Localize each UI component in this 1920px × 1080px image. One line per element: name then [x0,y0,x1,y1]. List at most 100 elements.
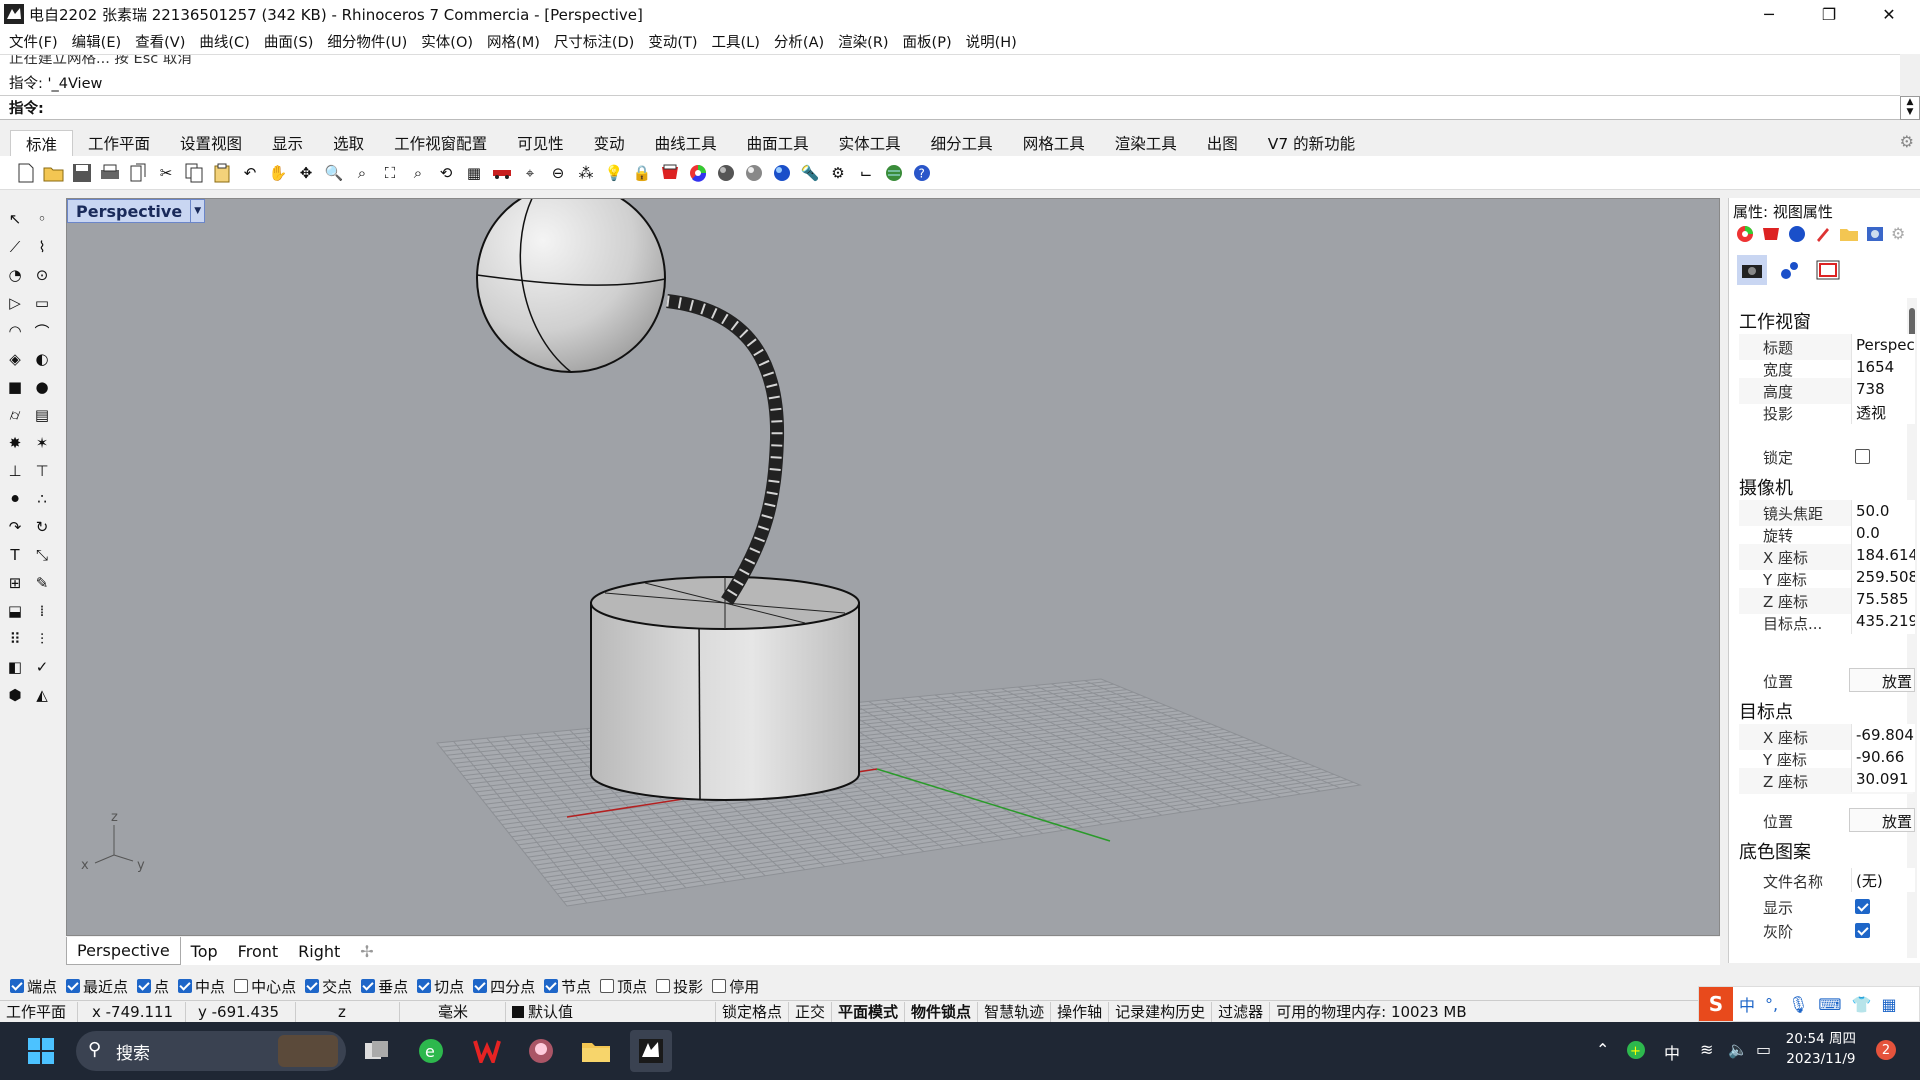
menu-help[interactable]: 说明(H) [961,31,1026,52]
menu-subd[interactable]: 细分物件(U) [322,31,416,52]
light-bulb-icon[interactable]: 💡 [602,161,626,185]
undo-view-icon[interactable]: ⟲ [434,161,458,185]
tab-surface-tools[interactable]: 曲面工具 [732,130,824,156]
osnap-7[interactable]: 切点 [417,976,464,997]
tab-drafting[interactable]: 出图 [1192,130,1253,156]
camera-prop-value[interactable]: 435.219 [1851,610,1915,634]
status-units[interactable]: 毫米 [400,1001,506,1022]
status-cplane[interactable]: 工作平面 [0,1001,78,1022]
osnap-8[interactable]: 四分点 [473,976,535,997]
osnap-checkbox[interactable] [544,979,559,993]
tab-visibility[interactable]: 可见性 [502,130,579,156]
viewport-prop-value[interactable]: Perspec [1851,334,1915,358]
target-prop-value[interactable]: 30.091 [1851,768,1915,792]
volume-icon[interactable]: 🔈 [1728,1040,1748,1059]
taskbar-clock[interactable]: 20:54 周四 2023/11/9 [1786,1029,1856,1069]
viewport-prop-value[interactable]: 738 [1851,378,1915,402]
open-folder-icon[interactable] [42,161,66,185]
file-explorer-icon[interactable] [575,1030,617,1072]
perspective-viewport[interactable]: z x y Perspective ▼ [66,198,1720,936]
light-icon[interactable]: ✸ [3,432,27,454]
target-prop-value[interactable]: -69.804 [1851,724,1915,748]
osnap-checkbox[interactable] [234,979,249,993]
flashlight-icon[interactable]: 🔦 [798,161,822,185]
point-grid-icon[interactable]: ⠿ [3,628,27,650]
osnap-checkbox[interactable] [417,979,432,993]
menu-render[interactable]: 渲染(R) [833,31,897,52]
zoom-extents-icon[interactable]: ⛶ [378,161,402,185]
boolean-icon[interactable]: ● [30,376,54,398]
dimension-tool-icon[interactable]: ⊥ [3,460,27,482]
tab-select[interactable]: 选取 [318,130,379,156]
viewport-frame-icon[interactable] [1813,255,1843,285]
tab-set-view[interactable]: 设置视图 [165,130,257,156]
wifi-icon[interactable]: ≋ [1700,1040,1713,1059]
tab-transform[interactable]: 变动 [579,130,640,156]
mesh-icon[interactable]: ▤ [30,404,54,426]
place-camera-button[interactable]: 放置 [1849,668,1915,692]
status-smarttrack[interactable]: 智慧轨迹 [978,1001,1052,1022]
chevron-up-icon[interactable]: ⌃ [1596,1040,1609,1059]
osnap-checkbox[interactable] [473,979,488,993]
game-app-icon[interactable] [520,1030,562,1072]
material-icon[interactable]: ⬢ [3,684,27,706]
add-viewport-icon[interactable]: ✢ [350,937,383,965]
tab-mesh-tools[interactable]: 网格工具 [1008,130,1100,156]
show-checkbox[interactable] [1855,899,1870,914]
minimize-button[interactable]: ─ [1740,0,1798,28]
gumball-icon[interactable]: ⫶ [30,628,54,650]
scale-icon[interactable]: ⤡ [30,544,54,566]
command-scroll-buttons[interactable]: ▲ ▼ [1900,96,1920,120]
rhino-app-icon[interactable] [3,3,25,25]
viewport-tab-front[interactable]: Front [228,937,288,965]
gear-icon[interactable]: ⚙ [1891,224,1905,244]
help-icon[interactable]: ? [910,161,934,185]
color-wheel-icon[interactable] [686,161,710,185]
status-layer[interactable]: 默认值 [506,1001,716,1022]
file-name-value[interactable]: (无) [1851,868,1915,892]
osnap-checkbox[interactable] [137,979,152,993]
maximize-button[interactable]: ❐ [1800,0,1858,28]
print-icon[interactable] [98,161,122,185]
save-icon[interactable] [70,161,94,185]
osnap-2[interactable]: 点 [137,976,169,997]
menu-dimension[interactable]: 尺寸标注(D) [549,31,643,52]
osnap-10[interactable]: 顶点 [600,976,647,997]
windows-start-icon[interactable] [20,1030,62,1072]
material-sphere-icon[interactable] [1787,224,1807,244]
chevron-down-icon[interactable]: ▼ [190,200,205,222]
camera-prop-value[interactable]: 184.614 [1851,544,1915,568]
wps-icon[interactable] [466,1030,508,1072]
viewport-prop-value[interactable]: 透视 [1851,400,1915,424]
layer-icon[interactable] [1761,224,1781,244]
command-history[interactable]: 正在建立网格... 按 Esc 取消 指令: '_4View [0,54,1900,96]
dimension-icon[interactable]: ⌙ [854,161,878,185]
battery-icon[interactable]: ▭ [1756,1040,1771,1059]
microphone-icon[interactable]: 🎙 [1788,995,1808,1014]
osnap-9[interactable]: 节点 [544,976,591,997]
osnap-checkbox[interactable] [712,979,727,993]
target-prop-value[interactable]: -90.66 [1851,746,1915,770]
folder-icon[interactable] [1839,224,1859,244]
surface-icon[interactable]: ◈ [3,348,27,370]
menu-file[interactable]: 文件(F) [4,31,67,52]
command-prompt[interactable]: 指令: [0,96,1900,120]
select-arrow-icon[interactable]: ↖ [3,208,27,230]
tab-render-tools[interactable]: 渲染工具 [1100,130,1192,156]
task-view-icon[interactable] [356,1030,398,1072]
osnap-1[interactable]: 最近点 [66,976,128,997]
split-icon[interactable]: ↻ [30,516,54,538]
camera-prop-value[interactable]: 75.585 [1851,588,1915,612]
cut-icon[interactable]: ✂ [154,161,178,185]
wechat-tray-icon[interactable]: + [1626,1040,1646,1064]
pan-hand-icon[interactable]: ✋ [266,161,290,185]
zoom-selected-icon[interactable]: ⌕ [406,161,430,185]
close-button[interactable]: ✕ [1860,0,1918,28]
revolve-icon[interactable]: ◐ [30,348,54,370]
osnap-checkbox[interactable] [305,979,320,993]
osnap-checkbox[interactable] [10,979,24,993]
lights-icon[interactable] [1775,255,1805,285]
status-filter[interactable]: 过滤器 [1212,1001,1271,1022]
polygon-icon[interactable]: ▷ [3,292,27,314]
grayscale-checkbox[interactable] [1855,923,1870,938]
